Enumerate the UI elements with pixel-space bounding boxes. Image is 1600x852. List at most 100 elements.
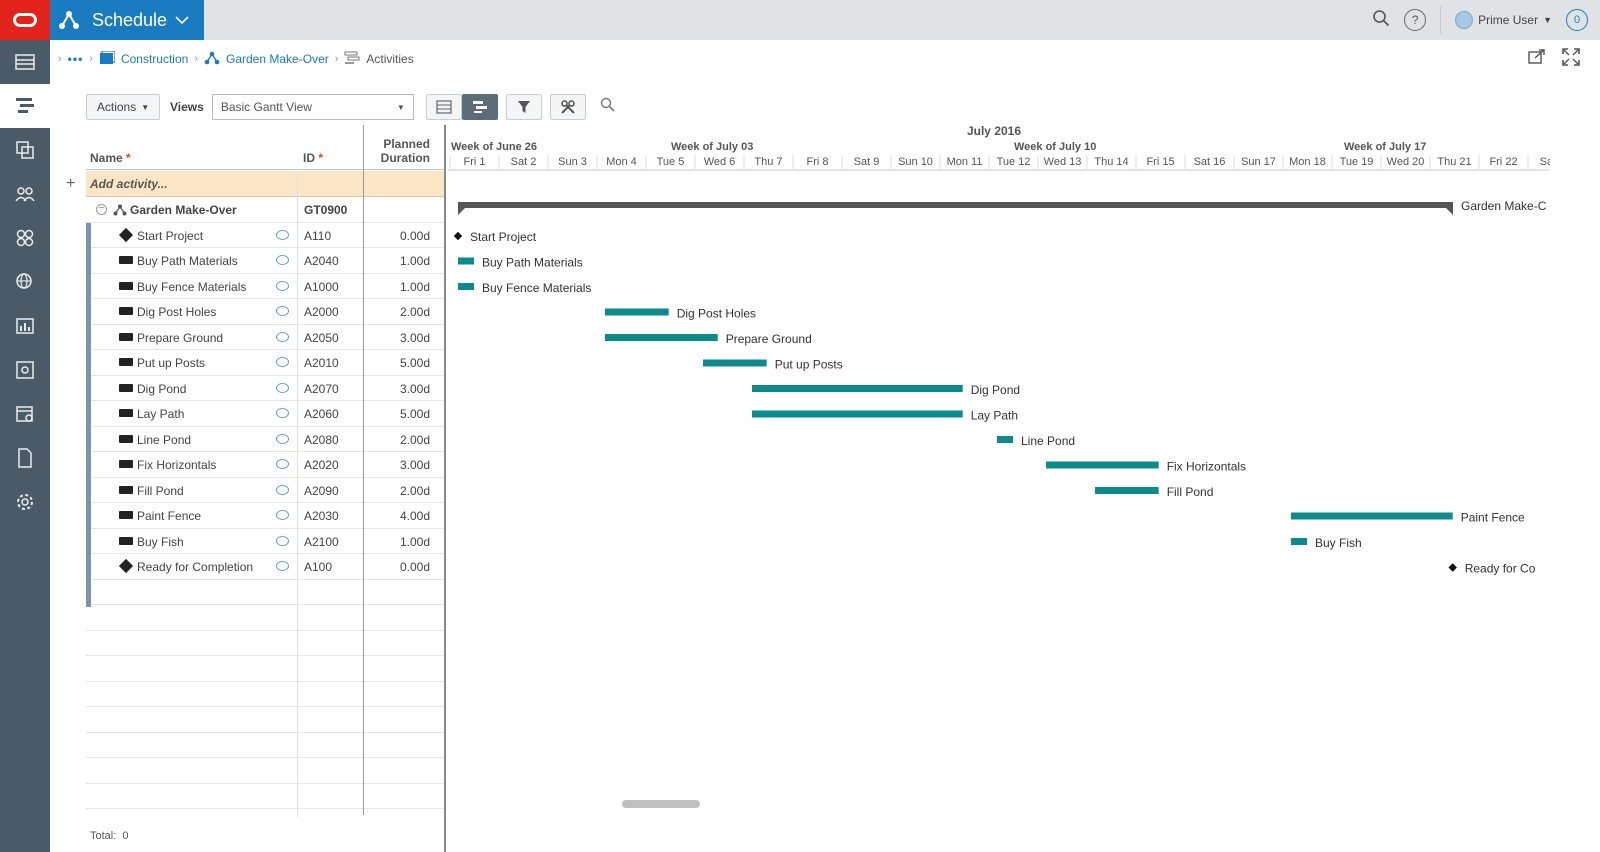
activity-row[interactable]: Ready for Completion A100 0.00d — [86, 554, 444, 580]
activity-duration: 3.00d — [399, 381, 430, 396]
activity-bar-label: Buy Path Materials — [482, 256, 583, 270]
oracle-logo[interactable] — [0, 0, 50, 40]
total-count: Total: 0 — [90, 830, 129, 842]
sidebar-item-settings[interactable] — [0, 480, 50, 524]
sidebar-item-resources[interactable] — [0, 172, 50, 216]
sidebar-item-documents[interactable] — [0, 348, 50, 392]
activity-row[interactable]: Dig Post Holes A2000 2.00d — [86, 299, 444, 325]
grid-rows: − Garden Make-Over GT0900 Start Project A… — [86, 197, 444, 809]
breadcrumb-more[interactable]: ••• — [68, 52, 84, 66]
share-icon[interactable] — [1528, 48, 1546, 71]
add-activity-row[interactable]: + Add activity... — [66, 171, 444, 197]
column-name[interactable]: Name * — [90, 151, 131, 165]
sidebar-item-dashboard[interactable] — [0, 40, 50, 84]
gantt-view-button[interactable] — [461, 94, 498, 120]
week-label: Week of July 03 — [671, 141, 753, 153]
gantt-icon — [472, 101, 487, 113]
views-select[interactable]: Basic Gantt View ▼ — [211, 94, 414, 120]
activity-id: A2090 — [304, 483, 339, 498]
comment-icon[interactable] — [276, 331, 289, 342]
comment-icon[interactable] — [276, 510, 289, 520]
activity-row[interactable]: Fill Pond A2090 2.00d — [86, 478, 444, 503]
grid-view-button[interactable] — [425, 94, 462, 120]
user-menu[interactable]: Prime User ▼ — [1440, 6, 1552, 34]
task-icon — [119, 511, 133, 519]
activity-duration: 3.00d — [399, 330, 430, 345]
comment-icon[interactable] — [276, 433, 289, 444]
activity-row[interactable]: Lay Path A2060 5.00d — [86, 401, 444, 427]
comment-icon[interactable] — [276, 382, 289, 393]
activity-name: Start Project — [137, 228, 204, 243]
column-planned-duration[interactable]: Planned Duration — [381, 137, 430, 165]
collapse-icon[interactable]: − — [96, 204, 107, 215]
activity-bar — [605, 308, 669, 316]
activity-duration: 2.00d — [399, 432, 430, 447]
actions-button[interactable]: Actions ▼ — [86, 94, 160, 120]
breadcrumb-construction[interactable]: Construction — [121, 52, 188, 66]
activity-bar-label: Buy Fish — [1315, 536, 1362, 550]
globe-icon — [16, 273, 32, 289]
comment-icon[interactable] — [276, 255, 289, 265]
comment-icon[interactable] — [276, 535, 289, 546]
search-icon[interactable] — [1372, 9, 1390, 32]
activity-row[interactable]: Buy Path Materials A2040 1.00d — [86, 248, 444, 274]
task-icon — [119, 434, 133, 443]
comment-icon[interactable] — [276, 484, 289, 495]
activity-row[interactable]: Paint Fence A2030 4.00d — [86, 503, 444, 529]
activity-row[interactable]: Dig Pond A2070 3.00d — [86, 376, 444, 401]
column-id[interactable]: ID * — [303, 151, 323, 165]
activity-row[interactable]: Fix Horizontals A2020 3.00d — [86, 452, 444, 478]
day-label: Wed 20 — [1387, 156, 1425, 168]
activity-row[interactable]: Line Pond A2080 2.00d — [86, 427, 444, 452]
tools-button[interactable] — [549, 94, 586, 120]
help-icon[interactable]: ? — [1404, 9, 1427, 31]
caret-down-icon: ▼ — [396, 102, 405, 112]
activity-row[interactable]: Start Project A110 0.00d — [86, 223, 444, 248]
comment-icon[interactable] — [276, 357, 289, 367]
activity-duration: 1.00d — [399, 279, 430, 294]
sidebar-item-portfolios[interactable] — [0, 128, 50, 172]
app-switcher[interactable]: Schedule — [50, 0, 204, 40]
activity-row[interactable]: Prepare Ground A2050 3.00d — [86, 325, 444, 350]
activity-id: A100 — [304, 560, 333, 574]
comment-icon[interactable] — [276, 561, 289, 571]
comment-icon[interactable] — [276, 280, 289, 291]
wbs-row[interactable]: − Garden Make-Over GT0900 — [86, 197, 444, 223]
wbs-icon — [113, 204, 127, 219]
breadcrumb-project[interactable]: Garden Make-Over — [226, 52, 329, 66]
activity-row[interactable]: Buy Fish A2100 1.00d — [86, 529, 444, 554]
comment-icon[interactable] — [276, 408, 289, 418]
sidebar-item-programs[interactable] — [0, 216, 50, 260]
comment-icon[interactable] — [276, 229, 289, 240]
fullscreen-icon[interactable] — [1562, 48, 1580, 71]
breadcrumb-activities: Activities — [366, 52, 414, 66]
filter-button[interactable] — [505, 94, 542, 120]
activities-icon — [344, 51, 360, 68]
activity-duration: 3.00d — [399, 458, 430, 472]
task-icon — [119, 332, 133, 341]
activity-row[interactable]: Buy Fence Materials A1000 1.00d — [86, 274, 444, 299]
activity-bar — [752, 410, 963, 418]
column-divider — [297, 171, 298, 817]
notifications-badge[interactable]: 0 — [1566, 9, 1588, 31]
total-value: 0 — [122, 830, 129, 842]
activity-name: Buy Path Materials — [137, 254, 238, 268]
comment-icon[interactable] — [276, 306, 289, 316]
sidebar-item-activities[interactable] — [0, 84, 50, 128]
activity-bar-label: Fill Pond — [1167, 485, 1214, 499]
plus-icon[interactable]: + — [66, 175, 75, 193]
avatar — [1455, 11, 1474, 29]
wbs-id: GT0900 — [304, 203, 348, 217]
top-bar: Schedule ? Prime User ▼ 0 — [0, 0, 1600, 40]
horizontal-scrollbar[interactable] — [622, 800, 700, 808]
search-icon[interactable] — [600, 97, 615, 117]
sidebar-item-files[interactable] — [0, 436, 50, 480]
sidebar-item-global[interactable] — [0, 260, 50, 304]
activity-row[interactable]: Put up Posts A2010 5.00d — [86, 350, 444, 376]
add-activity-placeholder: Add activity... — [90, 177, 168, 191]
sidebar-item-reports[interactable] — [0, 304, 50, 348]
sidebar-item-calendar[interactable] — [0, 392, 50, 436]
day-label: Sat 9 — [854, 156, 880, 168]
comment-icon[interactable] — [276, 459, 289, 469]
activity-name: Paint Fence — [137, 509, 202, 523]
